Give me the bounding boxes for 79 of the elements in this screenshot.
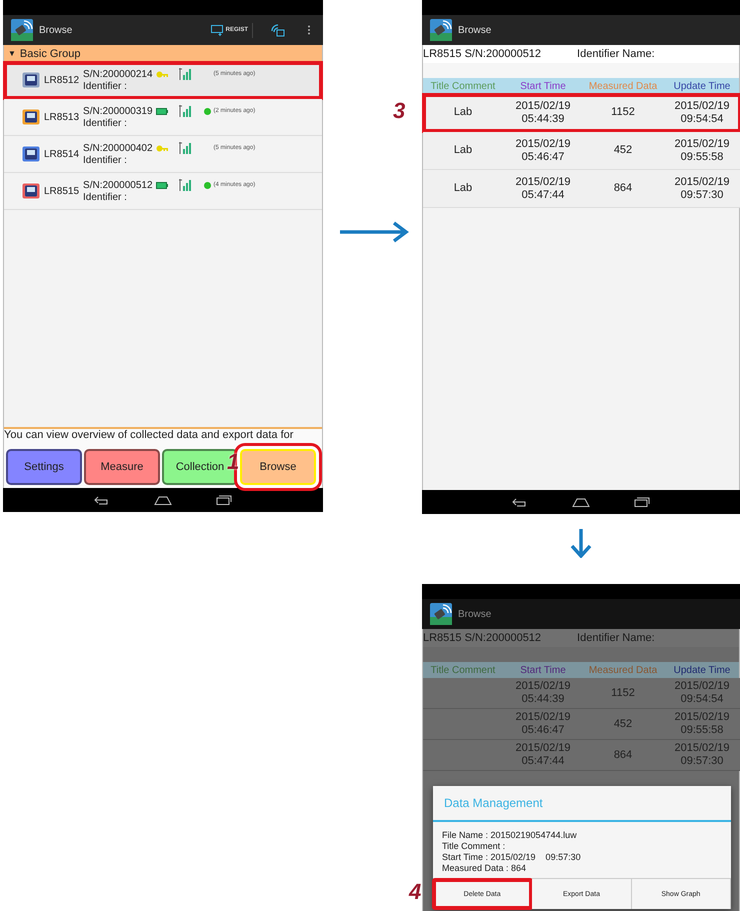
device-info: LR8515 S/N:200000512 (423, 48, 542, 60)
table-cell-text: 2015/02/19 05:46:47 (514, 138, 572, 164)
dialog-text: Title Comment : (442, 841, 506, 852)
monitor-plus-icon (210, 24, 224, 36)
identifier-label: Identifier Name: (577, 48, 655, 60)
right-arrow (338, 220, 410, 244)
dialog-title: Data Management (433, 786, 731, 822)
table-cell-text: 2015/02/19 05:47:44 (514, 742, 572, 768)
data-row[interactable]: Lab 2015/02/19 05:47:44 864 2015/02/19 09:57:30 (423, 170, 740, 208)
serial-number: S/N:200000512 (83, 180, 153, 190)
table-cell-text: 2015/02/19 05:44:39 (514, 100, 572, 126)
signal-icon (178, 179, 193, 191)
column-header: Measured Data (588, 80, 658, 92)
home-icon[interactable] (154, 496, 172, 504)
back-icon[interactable] (94, 496, 110, 504)
column-header: Update Time (672, 664, 732, 676)
identifier-label: Identifier Name: (577, 632, 655, 644)
wireless-icon[interactable] (271, 24, 285, 36)
table-cell-text: 2015/02/19 09:57:30 (673, 742, 731, 768)
device-model: LR8513 (44, 112, 80, 122)
device-info: LR8515 S/N:200000512 (423, 632, 542, 644)
signal-icon (178, 105, 193, 117)
column-header: Start Time (519, 664, 567, 676)
device-model: LR8512 (44, 74, 80, 86)
identifier-label: Identifier : (83, 81, 128, 92)
table-cell-text: 452 (612, 144, 634, 157)
identifier-label: Identifier : (83, 192, 128, 203)
step-number: 3 (393, 98, 406, 124)
table-cell-text: 2015/02/19 09:55:58 (673, 138, 731, 164)
table-cell-text: 1152 (610, 686, 636, 700)
back-icon[interactable] (512, 498, 528, 506)
app-title: Browse (458, 24, 492, 36)
identifier-label: Identifier : (83, 118, 128, 129)
tab-button[interactable]: Settings (6, 449, 82, 485)
column-header: Measured Data (588, 664, 658, 676)
home-icon[interactable] (572, 498, 590, 506)
table-cell-text: 2015/02/19 09:55:58 (673, 711, 731, 737)
table-cell-text: 452 (612, 718, 634, 730)
recent-apps-icon[interactable] (634, 497, 650, 507)
table-cell-text: 2015/02/19 05:46:47 (514, 711, 572, 737)
column-header: Title Comment (430, 664, 496, 676)
table-cell-text: 864 (612, 182, 634, 195)
serial-number: S/N:200000214 (83, 68, 153, 80)
group-header[interactable]: ▼ Basic Group (4, 45, 322, 62)
table-cell-text: 2015/02/19 09:57:30 (673, 176, 731, 202)
signal-icon (178, 68, 193, 80)
table-cell-text: 2015/02/19 05:47:44 (514, 176, 572, 202)
data-row[interactable]: Lab 2015/02/19 05:46:47 452 2015/02/19 09:55:58 (423, 132, 740, 170)
dialog-text: Start Time : 2015/02/19 09:57:30 (442, 852, 582, 863)
dialog-text: Measured Data : 864 (442, 863, 528, 874)
app-icon (11, 19, 33, 41)
app-title: Browse (458, 608, 492, 620)
serial-number: S/N:200000319 (83, 106, 153, 116)
column-header: Start Time (519, 80, 567, 92)
dialog-text: File Name : 20150219054744.luw (442, 830, 578, 841)
table-cell-text: 1152 (610, 106, 636, 119)
app-icon (430, 19, 452, 41)
device-model: LR8515 (44, 186, 80, 196)
hint-text: You can view overview of collected data and export data for (4, 427, 322, 441)
down-arrow (569, 528, 593, 558)
table-cell-text: Lab (452, 106, 474, 119)
table-cell-text: Lab (452, 144, 474, 157)
column-header: Title Comment (430, 80, 496, 92)
serial-number: S/N:200000402 (83, 142, 153, 154)
table-cell-text: 2015/02/19 09:54:54 (673, 680, 731, 706)
signal-icon (178, 142, 193, 154)
table-cell-text: 864 (612, 748, 634, 762)
recent-apps-icon[interactable] (216, 495, 232, 505)
step-number: 4 (409, 879, 422, 905)
table-cell-text: 2015/02/19 09:54:54 (673, 100, 731, 126)
table-cell-text: Lab (452, 182, 474, 195)
device-model: LR8514 (44, 148, 80, 160)
app-icon (430, 603, 452, 625)
app-title: Browse (39, 24, 72, 36)
table-cell-text: 2015/02/19 05:44:39 (514, 680, 572, 706)
tab-button[interactable]: Measure (84, 449, 160, 485)
data-row[interactable]: Lab 2015/02/19 05:44:39 1152 2015/02/19 09:54:54 (423, 94, 740, 132)
column-header: Update Time (672, 80, 732, 92)
identifier-label: Identifier : (83, 155, 128, 166)
